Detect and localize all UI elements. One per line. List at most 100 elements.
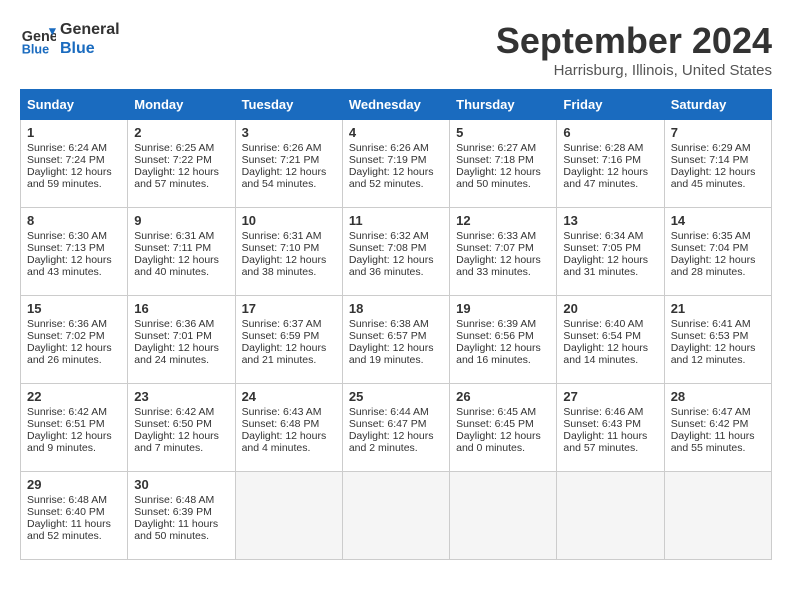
col-monday: Monday	[128, 90, 235, 120]
calendar-cell	[557, 472, 664, 560]
daylight-label: Daylight: 12 hours and 31 minutes.	[563, 254, 648, 278]
col-tuesday: Tuesday	[235, 90, 342, 120]
calendar-cell: 16 Sunrise: 6:36 AM Sunset: 7:01 PM Dayl…	[128, 296, 235, 384]
sunset-label: Sunset: 7:01 PM	[134, 330, 212, 342]
day-number: 27	[563, 389, 657, 404]
sunrise-label: Sunrise: 6:26 AM	[242, 142, 322, 154]
calendar-cell: 12 Sunrise: 6:33 AM Sunset: 7:07 PM Dayl…	[450, 208, 557, 296]
daylight-label: Daylight: 12 hours and 24 minutes.	[134, 342, 219, 366]
daylight-label: Daylight: 12 hours and 4 minutes.	[242, 430, 327, 454]
sunrise-label: Sunrise: 6:24 AM	[27, 142, 107, 154]
daylight-label: Daylight: 12 hours and 59 minutes.	[27, 166, 112, 190]
calendar-cell: 4 Sunrise: 6:26 AM Sunset: 7:19 PM Dayli…	[342, 120, 449, 208]
logo-icon: General Blue	[20, 21, 56, 57]
sunrise-label: Sunrise: 6:42 AM	[134, 406, 214, 418]
calendar-cell: 3 Sunrise: 6:26 AM Sunset: 7:21 PM Dayli…	[235, 120, 342, 208]
sunrise-label: Sunrise: 6:27 AM	[456, 142, 536, 154]
daylight-label: Daylight: 11 hours and 50 minutes.	[134, 518, 218, 542]
day-number: 30	[134, 477, 228, 492]
sunset-label: Sunset: 6:59 PM	[242, 330, 320, 342]
sunset-label: Sunset: 6:47 PM	[349, 418, 427, 430]
title-block: September 2024 Harrisburg, Illinois, Uni…	[496, 20, 772, 79]
day-number: 16	[134, 301, 228, 316]
day-number: 8	[27, 213, 121, 228]
day-number: 3	[242, 125, 336, 140]
sunrise-label: Sunrise: 6:25 AM	[134, 142, 214, 154]
daylight-label: Daylight: 12 hours and 7 minutes.	[134, 430, 219, 454]
calendar-week-row: 15 Sunrise: 6:36 AM Sunset: 7:02 PM Dayl…	[21, 296, 772, 384]
sunrise-label: Sunrise: 6:35 AM	[671, 230, 751, 242]
sunset-label: Sunset: 6:43 PM	[563, 418, 641, 430]
sunset-label: Sunset: 6:51 PM	[27, 418, 105, 430]
sunrise-label: Sunrise: 6:45 AM	[456, 406, 536, 418]
day-number: 5	[456, 125, 550, 140]
day-number: 15	[27, 301, 121, 316]
daylight-label: Daylight: 12 hours and 40 minutes.	[134, 254, 219, 278]
day-number: 13	[563, 213, 657, 228]
calendar-cell: 14 Sunrise: 6:35 AM Sunset: 7:04 PM Dayl…	[664, 208, 771, 296]
calendar-cell: 24 Sunrise: 6:43 AM Sunset: 6:48 PM Dayl…	[235, 384, 342, 472]
calendar-cell: 30 Sunrise: 6:48 AM Sunset: 6:39 PM Dayl…	[128, 472, 235, 560]
calendar-cell: 19 Sunrise: 6:39 AM Sunset: 6:56 PM Dayl…	[450, 296, 557, 384]
calendar-cell	[664, 472, 771, 560]
sunrise-label: Sunrise: 6:28 AM	[563, 142, 643, 154]
sunset-label: Sunset: 6:56 PM	[456, 330, 534, 342]
day-number: 1	[27, 125, 121, 140]
daylight-label: Daylight: 12 hours and 14 minutes.	[563, 342, 648, 366]
daylight-label: Daylight: 12 hours and 19 minutes.	[349, 342, 434, 366]
day-number: 12	[456, 213, 550, 228]
calendar-cell: 2 Sunrise: 6:25 AM Sunset: 7:22 PM Dayli…	[128, 120, 235, 208]
sunrise-label: Sunrise: 6:36 AM	[27, 318, 107, 330]
daylight-label: Daylight: 11 hours and 55 minutes.	[671, 430, 755, 454]
sunrise-label: Sunrise: 6:34 AM	[563, 230, 643, 242]
daylight-label: Daylight: 11 hours and 57 minutes.	[563, 430, 647, 454]
calendar-week-row: 29 Sunrise: 6:48 AM Sunset: 6:40 PM Dayl…	[21, 472, 772, 560]
calendar-cell: 5 Sunrise: 6:27 AM Sunset: 7:18 PM Dayli…	[450, 120, 557, 208]
calendar-cell: 11 Sunrise: 6:32 AM Sunset: 7:08 PM Dayl…	[342, 208, 449, 296]
sunset-label: Sunset: 7:08 PM	[349, 242, 427, 254]
daylight-label: Daylight: 12 hours and 9 minutes.	[27, 430, 112, 454]
sunset-label: Sunset: 7:24 PM	[27, 154, 105, 166]
col-friday: Friday	[557, 90, 664, 120]
calendar-cell: 29 Sunrise: 6:48 AM Sunset: 6:40 PM Dayl…	[21, 472, 128, 560]
sunset-label: Sunset: 7:22 PM	[134, 154, 212, 166]
sunset-label: Sunset: 6:53 PM	[671, 330, 749, 342]
calendar-cell: 9 Sunrise: 6:31 AM Sunset: 7:11 PM Dayli…	[128, 208, 235, 296]
calendar-week-row: 22 Sunrise: 6:42 AM Sunset: 6:51 PM Dayl…	[21, 384, 772, 472]
sunrise-label: Sunrise: 6:31 AM	[242, 230, 322, 242]
calendar-cell: 15 Sunrise: 6:36 AM Sunset: 7:02 PM Dayl…	[21, 296, 128, 384]
daylight-label: Daylight: 12 hours and 50 minutes.	[456, 166, 541, 190]
day-number: 28	[671, 389, 765, 404]
sunset-label: Sunset: 7:21 PM	[242, 154, 320, 166]
header-row: Sunday Monday Tuesday Wednesday Thursday…	[21, 90, 772, 120]
logo-text-general: General	[60, 20, 120, 39]
sunset-label: Sunset: 6:50 PM	[134, 418, 212, 430]
day-number: 14	[671, 213, 765, 228]
sunset-label: Sunset: 7:13 PM	[27, 242, 105, 254]
col-wednesday: Wednesday	[342, 90, 449, 120]
sunset-label: Sunset: 6:40 PM	[27, 506, 105, 518]
day-number: 19	[456, 301, 550, 316]
sunset-label: Sunset: 7:16 PM	[563, 154, 641, 166]
daylight-label: Daylight: 12 hours and 38 minutes.	[242, 254, 327, 278]
daylight-label: Daylight: 12 hours and 28 minutes.	[671, 254, 756, 278]
sunset-label: Sunset: 6:54 PM	[563, 330, 641, 342]
daylight-label: Daylight: 12 hours and 33 minutes.	[456, 254, 541, 278]
day-number: 9	[134, 213, 228, 228]
sunset-label: Sunset: 6:42 PM	[671, 418, 749, 430]
calendar-week-row: 8 Sunrise: 6:30 AM Sunset: 7:13 PM Dayli…	[21, 208, 772, 296]
sunset-label: Sunset: 7:11 PM	[134, 242, 211, 254]
month-title: September 2024	[496, 20, 772, 62]
daylight-label: Daylight: 12 hours and 43 minutes.	[27, 254, 112, 278]
day-number: 24	[242, 389, 336, 404]
daylight-label: Daylight: 12 hours and 57 minutes.	[134, 166, 219, 190]
col-sunday: Sunday	[21, 90, 128, 120]
daylight-label: Daylight: 12 hours and 47 minutes.	[563, 166, 648, 190]
day-number: 23	[134, 389, 228, 404]
calendar-cell: 26 Sunrise: 6:45 AM Sunset: 6:45 PM Dayl…	[450, 384, 557, 472]
calendar-cell: 23 Sunrise: 6:42 AM Sunset: 6:50 PM Dayl…	[128, 384, 235, 472]
day-number: 18	[349, 301, 443, 316]
daylight-label: Daylight: 12 hours and 12 minutes.	[671, 342, 756, 366]
day-number: 2	[134, 125, 228, 140]
calendar-week-row: 1 Sunrise: 6:24 AM Sunset: 7:24 PM Dayli…	[21, 120, 772, 208]
